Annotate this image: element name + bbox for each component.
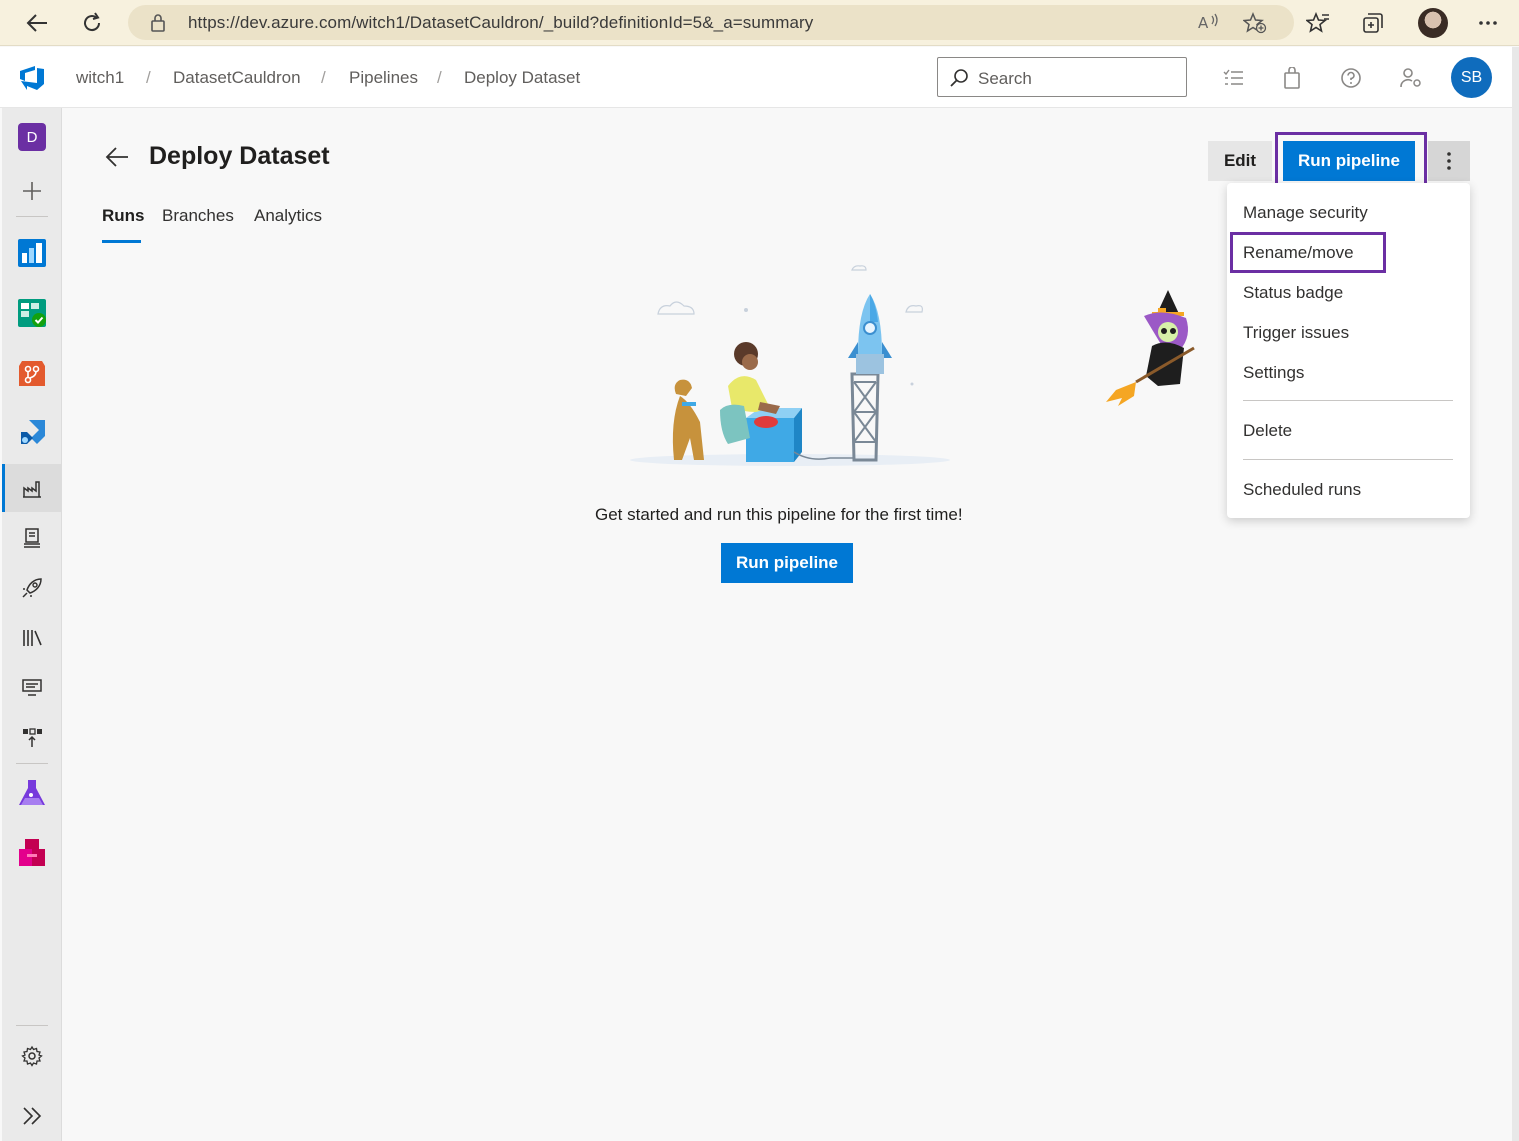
- menu-item-scheduled-runs[interactable]: Scheduled runs: [1243, 480, 1361, 500]
- search-input[interactable]: Search: [937, 57, 1187, 97]
- menu-divider: [1243, 400, 1453, 401]
- breadcrumb-separator: /: [146, 68, 151, 87]
- azure-devops-logo-icon[interactable]: [18, 63, 46, 96]
- tab-runs[interactable]: Runs: [102, 206, 145, 226]
- user-settings-icon[interactable]: [1398, 65, 1424, 91]
- add-favorite-icon[interactable]: [1242, 12, 1267, 39]
- rename-move-highlight-outline: [1230, 232, 1386, 273]
- menu-item-status-badge[interactable]: Status badge: [1243, 283, 1343, 303]
- menu-item-settings[interactable]: Settings: [1243, 363, 1304, 383]
- window-right-edge: [1512, 47, 1519, 1141]
- work-items-list-icon[interactable]: [1220, 65, 1246, 91]
- breadcrumb-project[interactable]: DatasetCauldron: [173, 68, 301, 88]
- breadcrumb-pipelines[interactable]: Pipelines: [349, 68, 418, 88]
- repos-icon[interactable]: [2, 349, 62, 397]
- menu-divider: [1243, 459, 1453, 460]
- test-plans-flask-icon[interactable]: [2, 769, 62, 817]
- browser-toolbar: https://dev.azure.com/witch1/DatasetCaul…: [0, 0, 1519, 46]
- more-actions-button[interactable]: [1428, 141, 1470, 181]
- breadcrumb-separator: /: [321, 68, 326, 87]
- project-initial: D: [18, 123, 46, 151]
- expand-icon[interactable]: [2, 1092, 62, 1140]
- collections-icon[interactable]: [1359, 9, 1387, 37]
- browser-profile-avatar[interactable]: [1418, 8, 1448, 38]
- rail-divider: [16, 216, 48, 217]
- left-nav-rail: D: [2, 108, 62, 1141]
- active-tab-indicator: [102, 240, 141, 243]
- read-aloud-icon[interactable]: A: [1198, 12, 1220, 37]
- run-pipeline-primary-button[interactable]: Run pipeline: [721, 543, 853, 583]
- run-pipeline-button[interactable]: Run pipeline: [1283, 141, 1415, 181]
- lock-icon: [150, 14, 166, 37]
- witch-mascot-image: [1099, 290, 1195, 406]
- user-avatar[interactable]: SB: [1451, 57, 1492, 98]
- empty-state-illustration: [630, 265, 950, 466]
- menu-item-trigger-issues[interactable]: Trigger issues: [1243, 323, 1349, 343]
- search-icon: [949, 68, 969, 93]
- menu-item-manage-security[interactable]: Manage security: [1243, 203, 1368, 223]
- back-arrow-icon[interactable]: [104, 145, 130, 174]
- releases-icon[interactable]: [2, 564, 62, 612]
- project-badge[interactable]: D: [2, 113, 62, 161]
- search-placeholder: Search: [978, 69, 1032, 88]
- menu-item-delete[interactable]: Delete: [1243, 421, 1292, 441]
- back-icon[interactable]: [22, 8, 52, 38]
- tab-branches[interactable]: Branches: [162, 206, 234, 226]
- library-icon[interactable]: [2, 614, 62, 662]
- environments-icon[interactable]: [2, 514, 62, 562]
- more-options-icon[interactable]: [1474, 9, 1502, 37]
- marketplace-bag-icon[interactable]: [1279, 65, 1305, 91]
- tab-analytics[interactable]: Analytics: [254, 206, 322, 226]
- favorites-icon[interactable]: [1304, 9, 1332, 37]
- rail-divider: [16, 1025, 48, 1026]
- url-text: https://dev.azure.com/witch1/DatasetCaul…: [188, 13, 814, 32]
- pipelines-icon[interactable]: [2, 409, 62, 457]
- help-icon[interactable]: [1338, 65, 1364, 91]
- boards-icon[interactable]: [2, 289, 62, 337]
- app-header: witch1 / DatasetCauldron / Pipelines / D…: [0, 47, 1512, 108]
- overview-icon[interactable]: [2, 229, 62, 277]
- address-bar[interactable]: https://dev.azure.com/witch1/DatasetCaul…: [128, 5, 1294, 40]
- vertical-ellipsis-icon: [1447, 152, 1451, 170]
- refresh-icon[interactable]: [77, 8, 107, 38]
- breadcrumb-separator: /: [437, 68, 442, 87]
- add-icon[interactable]: [2, 167, 62, 215]
- pipelines-sub-icon[interactable]: [2, 464, 62, 512]
- selected-indicator: [2, 464, 5, 512]
- breadcrumb-org[interactable]: witch1: [76, 68, 124, 88]
- page-title: Deploy Dataset: [149, 142, 330, 170]
- deployment-groups-icon[interactable]: [2, 714, 62, 762]
- artifacts-icon[interactable]: [2, 829, 62, 877]
- rail-divider: [16, 763, 48, 764]
- svg-text:A: A: [1198, 14, 1209, 32]
- empty-state-message: Get started and run this pipeline for th…: [595, 505, 963, 524]
- edit-button[interactable]: Edit: [1208, 141, 1272, 181]
- settings-icon[interactable]: [2, 1032, 62, 1080]
- breadcrumb-pipeline-name[interactable]: Deploy Dataset: [464, 68, 580, 88]
- task-groups-icon[interactable]: [2, 664, 62, 712]
